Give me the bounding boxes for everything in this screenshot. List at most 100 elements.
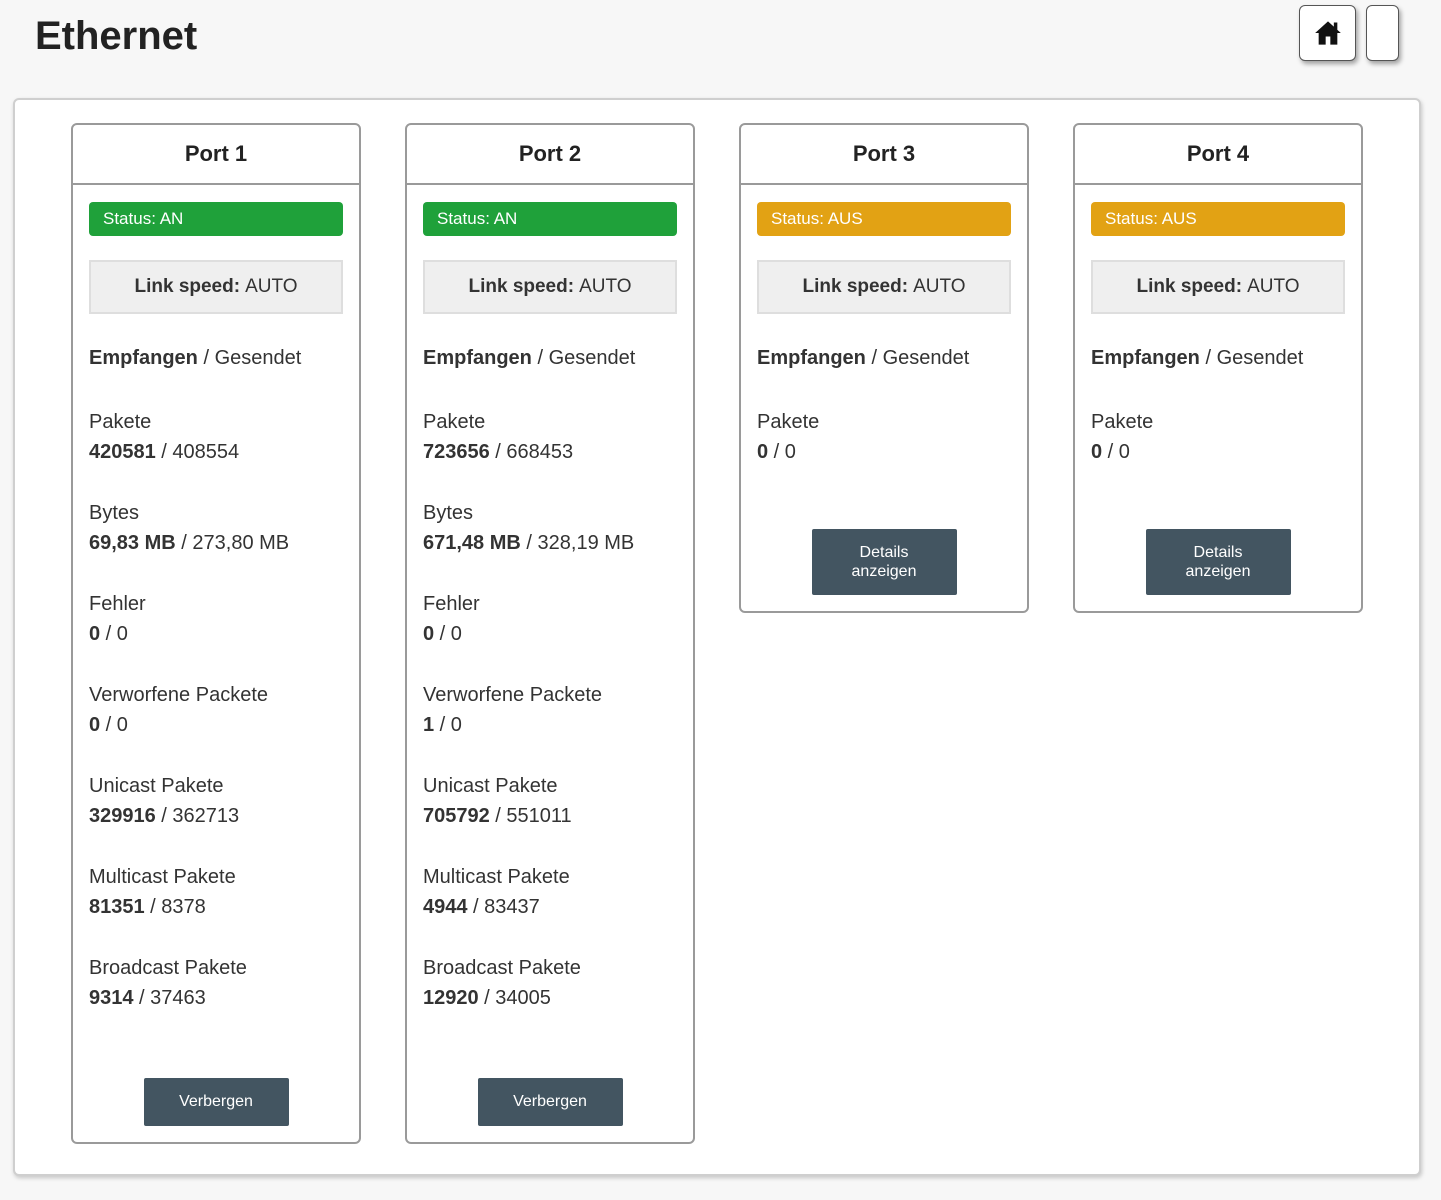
stat-rx: 329916 — [89, 805, 156, 827]
port-card-4: Port 4 Status: AUS Link speed: AUTO Empf… — [1073, 123, 1363, 613]
status-badge: Status: AN — [423, 202, 677, 236]
stat-tx: 0 — [116, 623, 128, 645]
stat-label: Broadcast Pakete — [423, 957, 581, 979]
stat-multicast: Multicast Pakete 4944 / 83437 — [423, 862, 677, 922]
sent-label: Gesendet — [1216, 347, 1304, 369]
received-label: Empfangen — [1091, 347, 1200, 369]
rx-tx-header: Empfangen / Gesendet — [1091, 347, 1304, 369]
sent-label: Gesendet — [214, 347, 302, 369]
link-speed-value: AUTO — [913, 276, 966, 297]
link-speed-box: Link speed: AUTO — [1091, 260, 1345, 314]
stat-dropped: Verworfene Packete 0 / 0 — [89, 680, 343, 740]
stat-tx: 362713 — [172, 805, 240, 827]
stat-tx: 83437 — [484, 896, 540, 918]
stat-label: Broadcast Pakete — [89, 957, 247, 979]
received-label: Empfangen — [89, 347, 198, 369]
port-title: Port 3 — [741, 125, 1027, 185]
stat-label: Fehler — [423, 593, 480, 615]
stat-tx: 0 — [450, 714, 462, 736]
stat-tx: 328,19 MB — [537, 532, 635, 554]
stat-label: Pakete — [89, 411, 152, 433]
stat-rx: 671,48 MB — [423, 532, 521, 554]
status-badge: Status: AUS — [757, 202, 1011, 236]
hide-button[interactable]: Verbergen — [477, 1078, 623, 1126]
stat-tx: 551011 — [506, 805, 572, 827]
stat-bytes: Bytes 69,83 MB / 273,80 MB — [89, 498, 343, 558]
stat-tx: 0 — [116, 714, 128, 736]
stat-tx: 408554 — [172, 441, 240, 463]
stat-errors: Fehler 0 / 0 — [423, 589, 677, 649]
stat-tx: 0 — [1118, 441, 1130, 463]
stat-rx: 0 — [423, 623, 435, 645]
port-card-2: Port 2 Status: AN Link speed: AUTO Empfa… — [405, 123, 695, 1144]
stat-label: Multicast Pakete — [89, 866, 236, 888]
port-title: Port 2 — [407, 125, 693, 185]
link-speed-label: Link speed: — [134, 276, 241, 297]
port-card-1: Port 1 Status: AN Link speed: AUTO Empfa… — [71, 123, 361, 1144]
stat-label: Pakete — [423, 411, 486, 433]
link-speed-box: Link speed: AUTO — [423, 260, 677, 314]
received-label: Empfangen — [757, 347, 866, 369]
stat-label: Verworfene Packete — [423, 684, 602, 706]
status-badge: Status: AUS — [1091, 202, 1345, 236]
sent-label: Gesendet — [548, 347, 636, 369]
link-speed-value: AUTO — [1247, 276, 1300, 297]
stat-unicast: Unicast Pakete 329916 / 362713 — [89, 771, 343, 831]
show-details-button[interactable]: Details anzeigen — [1145, 529, 1291, 595]
page-title: Ethernet — [35, 14, 198, 58]
stat-rx: 12920 — [423, 987, 479, 1009]
status-badge: Status: AN — [89, 202, 343, 236]
stat-dropped: Verworfene Packete 1 / 0 — [423, 680, 677, 740]
show-details-button[interactable]: Details anzeigen — [811, 529, 957, 595]
stat-label: Bytes — [89, 502, 140, 524]
link-speed-box: Link speed: AUTO — [757, 260, 1011, 314]
stat-label: Pakete — [757, 411, 820, 433]
stat-packets: Pakete 420581 / 408554 — [89, 407, 343, 467]
stat-unicast: Unicast Pakete 705792 / 551011 — [423, 771, 677, 831]
link-speed-box: Link speed: AUTO — [89, 260, 343, 314]
stat-rx: 0 — [1091, 441, 1103, 463]
stat-rx: 420581 — [89, 441, 156, 463]
rx-tx-header: Empfangen / Gesendet — [757, 347, 970, 369]
stat-label: Fehler — [89, 593, 146, 615]
stat-label: Unicast Pakete — [89, 775, 224, 797]
link-speed-value: AUTO — [579, 276, 632, 297]
home-button[interactable] — [1299, 5, 1356, 61]
stat-rx: 1 — [423, 714, 435, 736]
stat-bytes: Bytes 671,48 MB / 328,19 MB — [423, 498, 677, 558]
rx-tx-header: Empfangen / Gesendet — [89, 347, 302, 369]
rx-tx-header: Empfangen / Gesendet — [423, 347, 636, 369]
stat-tx: 0 — [784, 441, 796, 463]
stat-multicast: Multicast Pakete 81351 / 8378 — [89, 862, 343, 922]
link-speed-label: Link speed: — [468, 276, 575, 297]
stat-label: Pakete — [1091, 411, 1154, 433]
stat-packets: Pakete 723656 / 668453 — [423, 407, 677, 467]
stat-tx: 34005 — [495, 987, 551, 1009]
sent-label: Gesendet — [882, 347, 970, 369]
stat-rx: 81351 — [89, 896, 145, 918]
stat-rx: 0 — [89, 714, 101, 736]
stat-label: Bytes — [423, 502, 474, 524]
hide-button[interactable]: Verbergen — [143, 1078, 289, 1126]
stat-tx: 37463 — [150, 987, 206, 1009]
port-title: Port 4 — [1075, 125, 1361, 185]
port-card-3: Port 3 Status: AUS Link speed: AUTO Empf… — [739, 123, 1029, 613]
stat-packets: Pakete 0 / 0 — [1091, 407, 1345, 467]
stat-errors: Fehler 0 / 0 — [89, 589, 343, 649]
stat-rx: 4944 — [423, 896, 468, 918]
stat-tx: 0 — [450, 623, 462, 645]
stat-tx: 8378 — [161, 896, 206, 918]
stat-rx: 69,83 MB — [89, 532, 176, 554]
stat-label: Verworfene Packete — [89, 684, 268, 706]
link-speed-value: AUTO — [245, 276, 298, 297]
stat-label: Unicast Pakete — [423, 775, 558, 797]
stat-rx: 9314 — [89, 987, 134, 1009]
stat-tx: 668453 — [506, 441, 574, 463]
received-label: Empfangen — [423, 347, 532, 369]
stat-broadcast: Broadcast Pakete 9314 / 37463 — [89, 953, 343, 1013]
stat-rx: 723656 — [423, 441, 490, 463]
stat-rx: 0 — [757, 441, 769, 463]
stat-label: Multicast Pakete — [423, 866, 570, 888]
stat-packets: Pakete 0 / 0 — [757, 407, 1011, 467]
menu-button[interactable] — [1366, 5, 1399, 61]
